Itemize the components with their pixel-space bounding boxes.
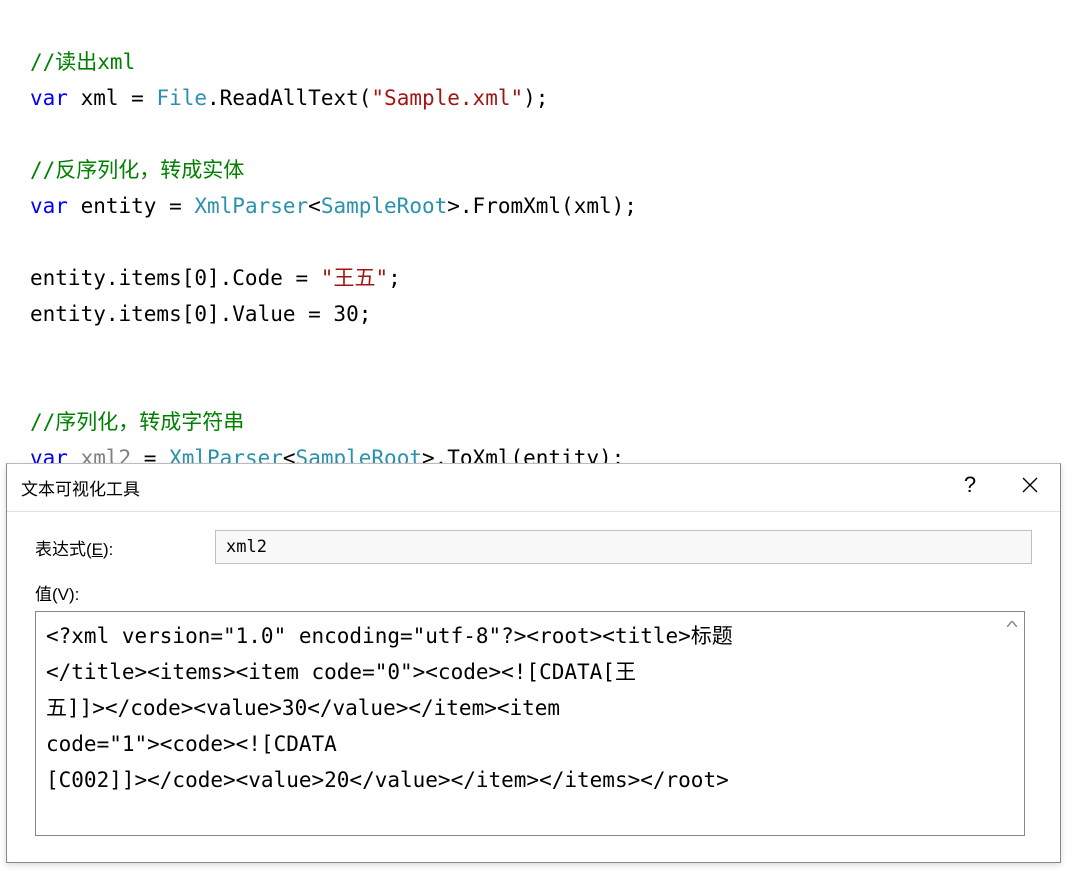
xml-output-line: code="1"><code><![CDATA [46,732,337,756]
expression-input[interactable] [215,530,1032,564]
xml-output-line: </title><items><item code="0"><code><![C… [46,660,636,684]
comment-read-xml: //读出xml [30,50,135,74]
close-icon [1022,477,1038,493]
type-file: File [156,86,207,110]
string-sample-xml: "Sample.xml" [371,86,523,110]
dialog-title: 文本可视化工具 [21,475,140,500]
expression-row: 表达式(E): [35,530,1032,564]
scroll-up-icon[interactable] [1002,614,1022,634]
string-wangwu: "王五" [321,266,388,290]
value-textarea[interactable]: <?xml version="1.0" encoding="utf-8"?><r… [35,611,1025,836]
code-assign-code: entity.items[0].Code = [30,266,321,290]
value-label: 值(V): [35,580,1032,605]
dialog-controls: ? [940,464,1060,512]
close-button[interactable] [1000,464,1060,506]
expression-label: 表达式(E): [35,535,215,560]
xml-output-line: [C002]]></code><value>20</value></item><… [46,768,729,792]
comment-deserialize: //反序列化，转成实体 [30,158,244,182]
code-editor[interactable]: //读出xml var xml = File.ReadAllText("Samp… [0,0,1079,484]
type-xmlparser: XmlParser [194,194,308,218]
code-assign-value: entity.items[0].Value = 30; [30,302,371,326]
help-button[interactable]: ? [940,464,1000,506]
type-sampleroot: SampleRoot [321,194,447,218]
text-visualizer-dialog: 文本可视化工具 ? 表达式(E): 值(V): <?xml version="1… [6,463,1061,863]
keyword-var: var [30,86,68,110]
dialog-titlebar[interactable]: 文本可视化工具 ? [7,464,1060,512]
dialog-body: 表达式(E): 值(V): <?xml version="1.0" encodi… [7,512,1060,854]
comment-serialize: //序列化，转成字符串 [30,410,244,434]
xml-output-line: 五]]></code><value>30</value></item><item [46,696,560,720]
xml-output-line: <?xml version="1.0" encoding="utf-8"?><r… [46,624,733,648]
keyword-var: var [30,194,68,218]
